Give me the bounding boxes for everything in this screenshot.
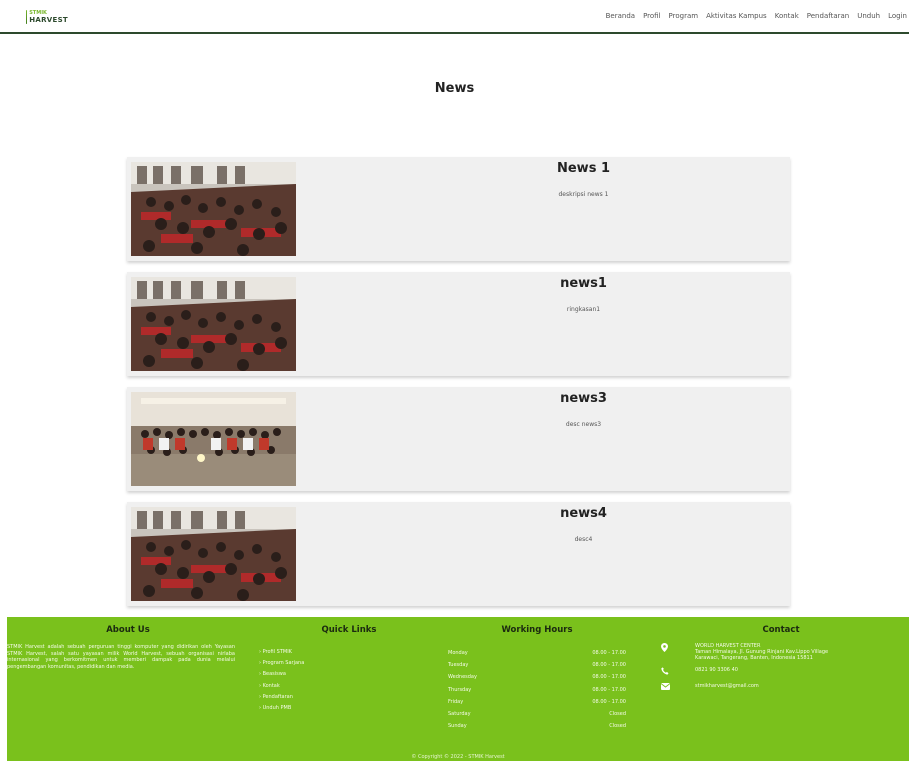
phone-number[interactable]: 0821 90 3306 40 xyxy=(695,667,738,673)
news-title[interactable]: news3 xyxy=(377,391,790,406)
news-thumbnail[interactable] xyxy=(131,507,296,601)
news-description: ringkasan1 xyxy=(566,306,601,313)
news-card[interactable]: News 1 deskripsi news 1 xyxy=(127,157,790,261)
quick-link-profil[interactable]: › Profil STMIK xyxy=(259,647,304,658)
news-card[interactable]: news1 ringkasan1 xyxy=(127,272,790,376)
hours-row: Friday 08.00 - 17.00 xyxy=(448,698,626,705)
phone-icon xyxy=(661,667,675,677)
news-title[interactable]: news1 xyxy=(377,276,790,291)
page-title: News xyxy=(434,81,475,96)
main-nav: Beranda Profil Program Aktivitas Kampus … xyxy=(606,12,907,20)
nav-kontak[interactable]: Kontak xyxy=(775,12,799,20)
envelope-icon xyxy=(660,683,675,692)
site-logo[interactable]: STMIK HARVEST xyxy=(26,9,68,25)
nav-unduh[interactable]: Unduh xyxy=(857,12,880,20)
working-hours-title: Working Hours xyxy=(501,625,573,635)
quick-link-unduh-pmb[interactable]: › Unduh PMB xyxy=(259,703,304,714)
hours-row: Saturday Closed xyxy=(448,711,626,718)
contact-phone: 0821 90 3306 40 xyxy=(661,667,901,677)
quick-link-pendaftaran[interactable]: › Pendaftaran xyxy=(259,692,304,703)
quick-link-kontak[interactable]: › Kontak xyxy=(259,681,304,692)
copyright: © Copyright © 2022 - STMIK Harvest xyxy=(411,754,505,760)
logo-leaf-icon xyxy=(26,10,28,24)
news-thumbnail[interactable] xyxy=(131,277,296,371)
news-thumbnail[interactable] xyxy=(131,162,296,256)
news-thumbnail[interactable] xyxy=(131,392,296,486)
quick-link-program-sarjana[interactable]: › Program Sarjana xyxy=(259,658,304,669)
working-hours-list: Monday 08.00 - 17.00 Tuesday 08.00 - 17.00… xyxy=(448,647,626,732)
contact-title: Contact xyxy=(762,625,800,635)
news-title[interactable]: news4 xyxy=(377,506,790,521)
nav-aktivitas-kampus[interactable]: Aktivitas Kampus xyxy=(706,12,767,20)
quick-link-beasiswa[interactable]: › Beasiswa xyxy=(259,669,304,680)
contact-email: stmikharvest@gmail.com xyxy=(660,683,901,692)
site-footer: About Us STMIK Harvest adalah sebuah per… xyxy=(7,617,909,761)
email-address[interactable]: stmikharvest@gmail.com xyxy=(695,683,759,689)
quick-links-title: Quick Links xyxy=(321,625,377,635)
hours-row: Thursday 08.00 - 17.00 xyxy=(448,686,626,693)
map-marker-icon xyxy=(661,643,675,654)
nav-login[interactable]: Login xyxy=(888,12,907,20)
nav-profil[interactable]: Profil xyxy=(643,12,660,20)
hours-row: Sunday Closed xyxy=(448,723,626,730)
news-description: desc4 xyxy=(574,536,593,543)
hours-row: Wednesday 08.00 - 17.00 xyxy=(448,674,626,681)
logo-line-2: HARVEST xyxy=(29,16,68,24)
quick-links-list: › Profil STMIK › Program Sarjana › Beasi… xyxy=(259,647,304,714)
about-title: About Us xyxy=(106,625,150,635)
about-text: STMIK Harvest adalah sebuah perguruan ti… xyxy=(7,644,235,670)
news-description: deskripsi news 1 xyxy=(558,191,609,198)
news-description: desc news3 xyxy=(565,421,602,428)
news-list: News 1 deskripsi news 1 news1 ringkasan1 xyxy=(127,157,790,617)
news-card[interactable]: news4 desc4 xyxy=(127,502,790,606)
hours-row: Monday 08.00 - 17.00 xyxy=(448,650,626,656)
hours-row: Tuesday 08.00 - 17.00 xyxy=(448,662,626,669)
contact-address: WORLD HARVEST CENTER Taman Himalaya, Jl.… xyxy=(661,643,901,661)
contact-list: WORLD HARVEST CENTER Taman Himalaya, Jl.… xyxy=(660,643,901,698)
nav-program[interactable]: Program xyxy=(669,12,699,20)
nav-beranda[interactable]: Beranda xyxy=(606,12,635,20)
news-title[interactable]: News 1 xyxy=(377,161,790,176)
site-header: STMIK HARVEST Beranda Profil Program Akt… xyxy=(0,0,909,34)
nav-pendaftaran[interactable]: Pendaftaran xyxy=(807,12,849,20)
address-line-3: Karawaci, Tangerang, Banten, Indonesia 1… xyxy=(695,655,813,661)
news-card[interactable]: news3 desc news3 xyxy=(127,387,790,491)
